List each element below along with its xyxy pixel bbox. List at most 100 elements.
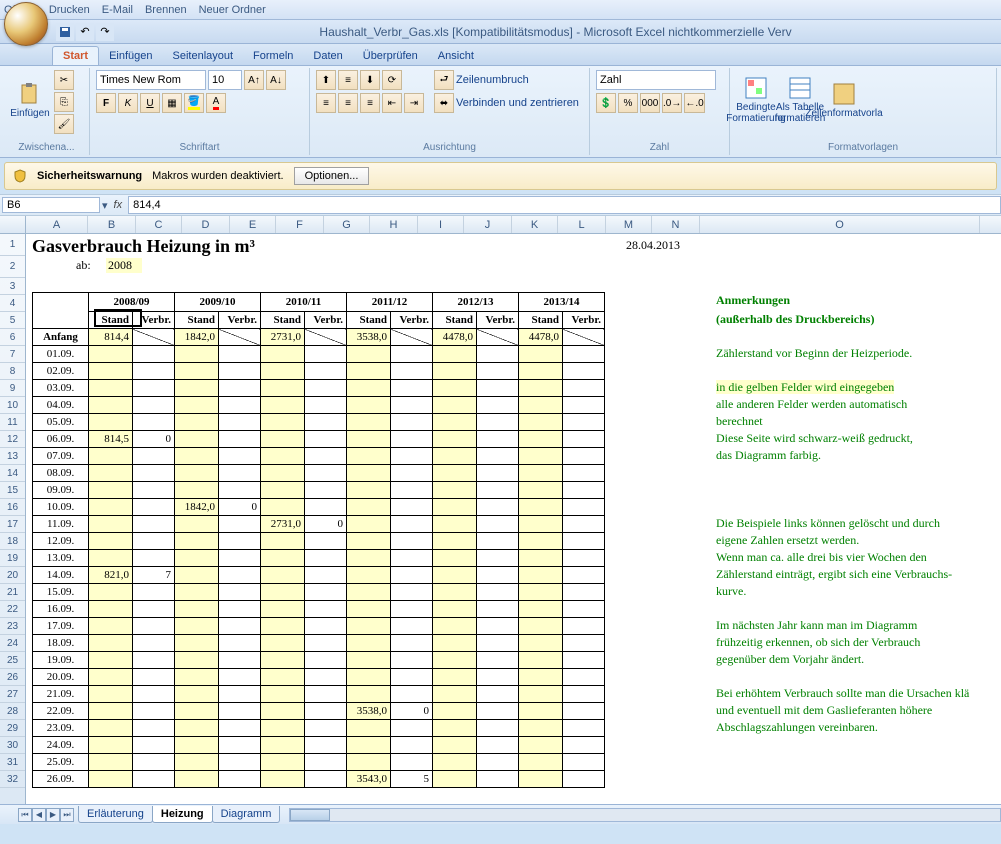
tab-formulas[interactable]: Formeln: [243, 47, 303, 65]
horizontal-scrollbar[interactable]: [289, 808, 1001, 822]
row-header[interactable]: 16: [0, 499, 25, 516]
column-header[interactable]: I: [418, 216, 464, 233]
number-format-select[interactable]: [596, 70, 716, 90]
tab-nav-last-icon[interactable]: ⏭: [60, 808, 74, 822]
row-header[interactable]: 22: [0, 601, 25, 618]
row-header[interactable]: 7: [0, 346, 25, 363]
align-top-icon[interactable]: ⬆: [316, 70, 336, 90]
name-box[interactable]: [2, 197, 100, 213]
paste-button[interactable]: Einfügen: [10, 70, 50, 130]
column-header[interactable]: O: [700, 216, 980, 233]
sheet-tab-heizung[interactable]: Heizung: [152, 806, 213, 823]
select-all-corner[interactable]: [0, 216, 26, 233]
column-header[interactable]: M: [606, 216, 652, 233]
menu-burn[interactable]: Brennen: [145, 4, 187, 16]
row-header[interactable]: 15: [0, 482, 25, 499]
font-name-select[interactable]: [96, 70, 206, 90]
column-header[interactable]: E: [230, 216, 276, 233]
column-header[interactable]: J: [464, 216, 512, 233]
cut-icon[interactable]: ✂: [54, 70, 74, 90]
align-middle-icon[interactable]: ≡: [338, 70, 358, 90]
row-header[interactable]: 18: [0, 533, 25, 550]
security-options-button[interactable]: Optionen...: [294, 167, 370, 185]
formula-bar[interactable]: [128, 196, 1001, 214]
cell-styles-button[interactable]: Zellenformatvorla: [824, 70, 864, 130]
row-header[interactable]: 29: [0, 720, 25, 737]
tab-data[interactable]: Daten: [303, 47, 352, 65]
row-header[interactable]: 26: [0, 669, 25, 686]
row-header[interactable]: 6: [0, 329, 25, 346]
column-header[interactable]: H: [370, 216, 418, 233]
redo-icon[interactable]: ↷: [96, 23, 114, 41]
row-header[interactable]: 14: [0, 465, 25, 482]
row-header[interactable]: 20: [0, 567, 25, 584]
wrap-text-icon[interactable]: ⮐: [434, 70, 454, 90]
format-as-table-button[interactable]: Als Tabelle formatieren: [780, 70, 820, 130]
row-header[interactable]: 19: [0, 550, 25, 567]
decrease-font-icon[interactable]: A↓: [266, 70, 286, 90]
row-header[interactable]: 31: [0, 754, 25, 771]
column-header[interactable]: C: [136, 216, 182, 233]
row-header[interactable]: 21: [0, 584, 25, 601]
scrollbar-thumb[interactable]: [290, 809, 330, 821]
tab-view[interactable]: Ansicht: [428, 47, 484, 65]
column-header[interactable]: B: [88, 216, 136, 233]
row-header[interactable]: 11: [0, 414, 25, 431]
row-header[interactable]: 32: [0, 771, 25, 788]
row-header[interactable]: 27: [0, 686, 25, 703]
ab-year[interactable]: 2008: [106, 258, 142, 273]
bold-icon[interactable]: F: [96, 93, 116, 113]
align-right-icon[interactable]: ≡: [360, 93, 380, 113]
column-header[interactable]: G: [324, 216, 370, 233]
row-header[interactable]: 1: [0, 234, 25, 256]
row-header[interactable]: 30: [0, 737, 25, 754]
row-header[interactable]: 4: [0, 295, 25, 312]
column-header[interactable]: A: [26, 216, 88, 233]
data-table[interactable]: 2008/092009/102010/112011/122012/132013/…: [32, 292, 605, 788]
fx-icon[interactable]: fx: [108, 199, 129, 211]
column-header[interactable]: K: [512, 216, 558, 233]
row-header[interactable]: 12: [0, 431, 25, 448]
undo-icon[interactable]: ↶: [76, 23, 94, 41]
row-header[interactable]: 2: [0, 256, 25, 278]
row-header[interactable]: 24: [0, 635, 25, 652]
currency-icon[interactable]: 💲: [596, 93, 616, 113]
sheet-tab-erlauterung[interactable]: Erläuterung: [78, 806, 153, 823]
column-header[interactable]: F: [276, 216, 324, 233]
border-icon[interactable]: ▦: [162, 93, 182, 113]
orientation-icon[interactable]: ⟳: [382, 70, 402, 90]
row-header[interactable]: 23: [0, 618, 25, 635]
row-header[interactable]: 25: [0, 652, 25, 669]
tab-start[interactable]: Start: [52, 46, 99, 65]
increase-font-icon[interactable]: A↑: [244, 70, 264, 90]
cells-area[interactable]: Gasverbrauch Heizung in m³ 28.04.2013 ab…: [26, 234, 1001, 804]
row-header[interactable]: 17: [0, 516, 25, 533]
font-size-select[interactable]: [208, 70, 242, 90]
menu-email[interactable]: E-Mail: [102, 4, 133, 16]
menu-print[interactable]: Drucken: [49, 4, 90, 16]
row-header[interactable]: 8: [0, 363, 25, 380]
column-header[interactable]: D: [182, 216, 230, 233]
tab-layout[interactable]: Seitenlayout: [163, 47, 244, 65]
column-header[interactable]: L: [558, 216, 606, 233]
tab-review[interactable]: Überprüfen: [353, 47, 428, 65]
align-left-icon[interactable]: ≡: [316, 93, 336, 113]
row-header[interactable]: 28: [0, 703, 25, 720]
conditional-format-button[interactable]: Bedingte Formatierung: [736, 70, 776, 130]
comma-icon[interactable]: 000: [640, 93, 660, 113]
row-header[interactable]: 3: [0, 278, 25, 295]
row-header[interactable]: 9: [0, 380, 25, 397]
indent-inc-icon[interactable]: ⇥: [404, 93, 424, 113]
tab-nav-prev-icon[interactable]: ◀: [32, 808, 46, 822]
inc-decimal-icon[interactable]: .0→: [662, 93, 682, 113]
row-header[interactable]: 10: [0, 397, 25, 414]
office-button[interactable]: [4, 2, 48, 46]
column-header[interactable]: N: [652, 216, 700, 233]
tab-nav-first-icon[interactable]: ⏮: [18, 808, 32, 822]
row-header[interactable]: 5: [0, 312, 25, 329]
merge-icon[interactable]: ⬌: [434, 93, 454, 113]
tab-insert[interactable]: Einfügen: [99, 47, 162, 65]
dec-decimal-icon[interactable]: ←.0: [684, 93, 704, 113]
align-center-icon[interactable]: ≡: [338, 93, 358, 113]
row-header[interactable]: 13: [0, 448, 25, 465]
